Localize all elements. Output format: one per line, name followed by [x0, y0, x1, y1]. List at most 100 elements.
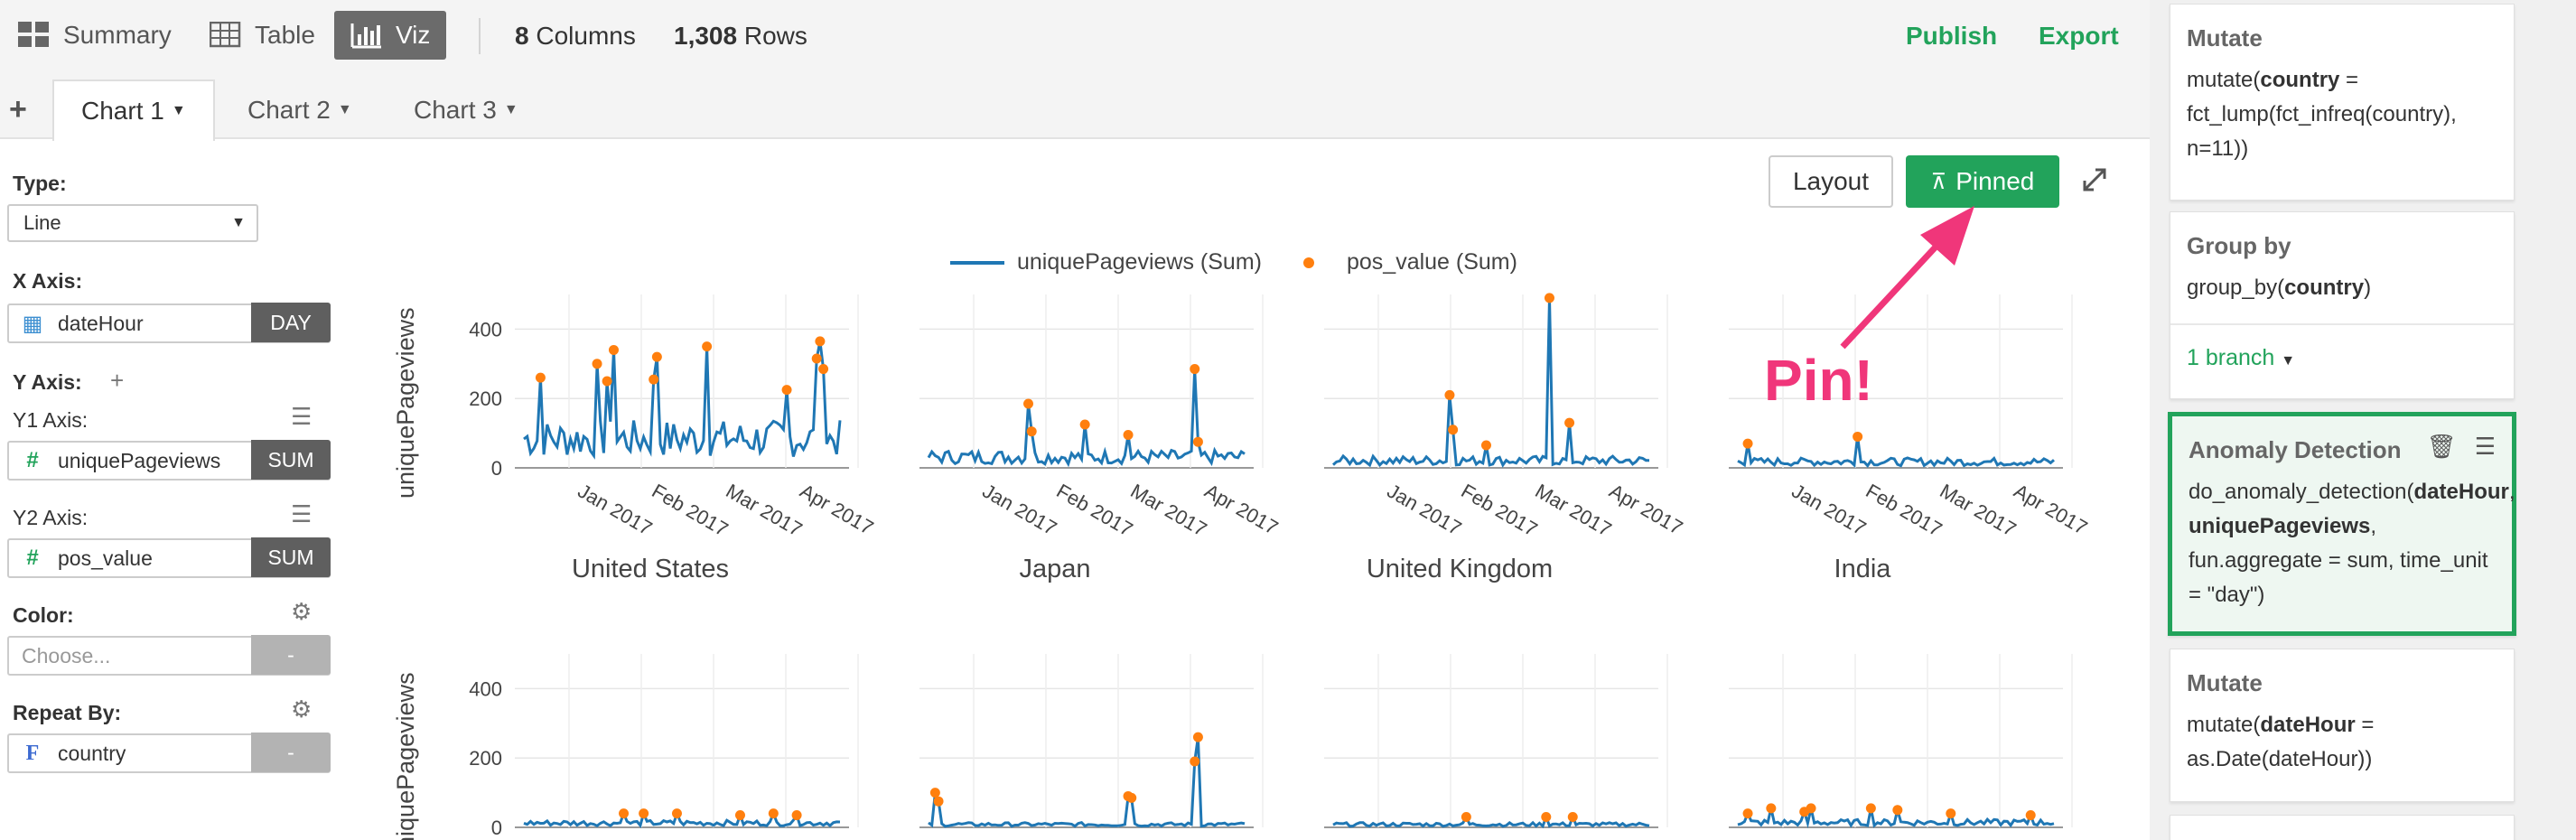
anomaly-point [1865, 803, 1876, 814]
repeat-by-aggregation[interactable]: - [251, 733, 331, 772]
tab-label: Chart 2 [247, 96, 331, 124]
anomaly-point [1192, 436, 1203, 447]
anomaly-point [2025, 810, 2036, 821]
summary-view-button[interactable]: Summary [18, 11, 172, 60]
anomaly-point [929, 788, 940, 798]
anomaly-point [791, 810, 802, 821]
pipeline-step-mutate-date[interactable]: Mutate mutate(dateHour = as.Date(dateHou… [2170, 649, 2515, 802]
rows-count-value: 1,308 [674, 22, 738, 50]
anomaly-point [1544, 293, 1554, 303]
tab-chart-3[interactable]: Chart 3 ▼ [387, 79, 546, 141]
menu-icon[interactable]: ☰ [291, 403, 312, 431]
anomaly-point [815, 336, 826, 347]
anomaly-point [1192, 732, 1203, 742]
anomaly-point [602, 376, 612, 387]
y-axis-label: Y Axis: [13, 370, 82, 394]
export-button[interactable]: Export [2039, 22, 2119, 51]
anomaly-point [1742, 438, 1753, 449]
branch-dropdown[interactable]: 1 branch ▼ [2170, 323, 2514, 391]
x-tick-label: Jan 2017 [979, 480, 1061, 540]
step-title: Mutate [2187, 669, 2263, 696]
chart-area: Layout ⊼ Pinned uniquePageviews (Sum) po… [343, 141, 2150, 840]
anomaly-point [535, 372, 546, 383]
rows-count-label: Rows [743, 22, 807, 50]
table-label: Table [255, 21, 315, 49]
x-tick-label: Mar 2017 [1937, 480, 2021, 541]
color-aggregation[interactable]: - [251, 635, 331, 675]
trash-icon[interactable]: 🗑 [2427, 433, 2457, 460]
publish-button[interactable]: Publish [1906, 22, 1997, 51]
type-label: Type: [13, 172, 67, 195]
chevron-down-icon: ▼ [503, 102, 518, 117]
menu-icon[interactable]: ☰ [291, 500, 312, 528]
facet-title-united-kingdom: United Kingdom [1366, 555, 1554, 583]
add-y-axis-icon[interactable]: + [110, 367, 124, 395]
x-tick-label: Mar 2017 [723, 480, 807, 541]
y2-axis-aggregation[interactable]: SUM [251, 537, 331, 577]
pipeline-step-mutate[interactable]: Mutate mutate(country = fct_lump(fct_inf… [2170, 4, 2515, 201]
series-line-uniquepageviews [1737, 436, 2055, 468]
y2-axis-label: Y2 Axis: [13, 506, 89, 529]
table-view-button[interactable]: Table [210, 11, 315, 60]
step-title: Group by [2187, 232, 2291, 259]
x-axis-column: dateHour [58, 311, 144, 335]
x-tick-label: Feb 2017 [1862, 480, 1946, 541]
chart-type-select[interactable]: Line ▼ [7, 204, 258, 242]
viz-label: Viz [396, 21, 431, 49]
pipeline-step-anomaly-detection[interactable]: Anomaly Detection 🗑 ☰ do_anomaly_detectio… [2168, 412, 2516, 636]
chevron-down-icon: ▼ [2281, 353, 2296, 369]
y2-axis-field[interactable]: # pos_value SUM [7, 537, 331, 578]
anomaly-point [619, 808, 630, 819]
anomaly-point [1892, 805, 1903, 816]
anomaly-point [781, 385, 792, 396]
viz-view-button[interactable]: Viz [334, 11, 447, 60]
branch-label: 1 branch [2187, 345, 2275, 370]
y1-axis-aggregation[interactable]: SUM [251, 440, 331, 480]
anomaly-point [1190, 364, 1200, 375]
hash-icon: # [26, 546, 39, 570]
tab-chart-1[interactable]: Chart 1 ▼ [52, 79, 215, 141]
y2-axis-column: pos_value [58, 546, 153, 570]
x-axis-field[interactable]: ▦ dateHour DAY [7, 303, 331, 343]
anomaly-point [734, 810, 745, 821]
repeat-by-field[interactable]: F country - [7, 733, 331, 773]
y-tick-label: 200 [469, 387, 502, 410]
series-line-uniquepageviews [928, 736, 1246, 828]
chevron-down-icon: ▼ [337, 102, 352, 117]
anomaly-point [1946, 808, 1956, 819]
color-field[interactable]: Choose... - [7, 635, 331, 676]
y-tick-label: 200 [469, 747, 502, 770]
pipeline-step-group-by[interactable]: Group by group_by(country) 1 branch ▼ [2170, 211, 2515, 399]
menu-icon[interactable]: ☰ [2475, 433, 2496, 460]
pipeline-step-next[interactable] [2170, 815, 2515, 840]
step-title: Mutate [2187, 24, 2263, 51]
tab-chart-2[interactable]: Chart 2 ▼ [220, 79, 379, 141]
x-axis-label: X Axis: [13, 269, 83, 293]
step-code: do_anomaly_detection(dateHour, uniquePag… [2189, 480, 2515, 607]
step-actions: 🗑 ☰ [2427, 433, 2496, 461]
calendar-icon: ▦ [22, 311, 43, 336]
factor-icon: F [25, 741, 40, 765]
chart-config-panel: Type: Line ▼ X Axis: ▦ dateHour DAY Y Ax… [0, 141, 343, 840]
color-label: Color: [13, 603, 74, 627]
anomaly-point [1448, 425, 1459, 435]
gear-icon[interactable]: ⚙ [291, 598, 312, 626]
hash-icon: # [26, 448, 39, 472]
anomaly-point [1742, 808, 1753, 819]
anomaly-point [1026, 426, 1037, 437]
facet-title-united-states: United States [571, 555, 730, 583]
y1-axis-field[interactable]: # uniquePageviews SUM [7, 440, 331, 481]
gear-icon[interactable]: ⚙ [291, 695, 312, 723]
y-tick-label: 0 [491, 457, 502, 480]
x-axis-aggregation[interactable]: DAY [251, 303, 331, 342]
chevron-down-icon: ▼ [231, 215, 246, 230]
add-chart-icon[interactable]: + [9, 92, 27, 127]
pin-arrow [1840, 206, 1974, 350]
toolbar-divider [479, 18, 481, 54]
rows-count: 1,308 Rows [674, 22, 807, 51]
summary-label: Summary [63, 21, 172, 49]
anomaly-point [1190, 756, 1200, 767]
anomaly-point [1567, 811, 1578, 822]
columns-count-label: Columns [536, 22, 636, 50]
pipeline-panel: Mutate mutate(country = fct_lump(fct_inf… [2150, 0, 2576, 840]
